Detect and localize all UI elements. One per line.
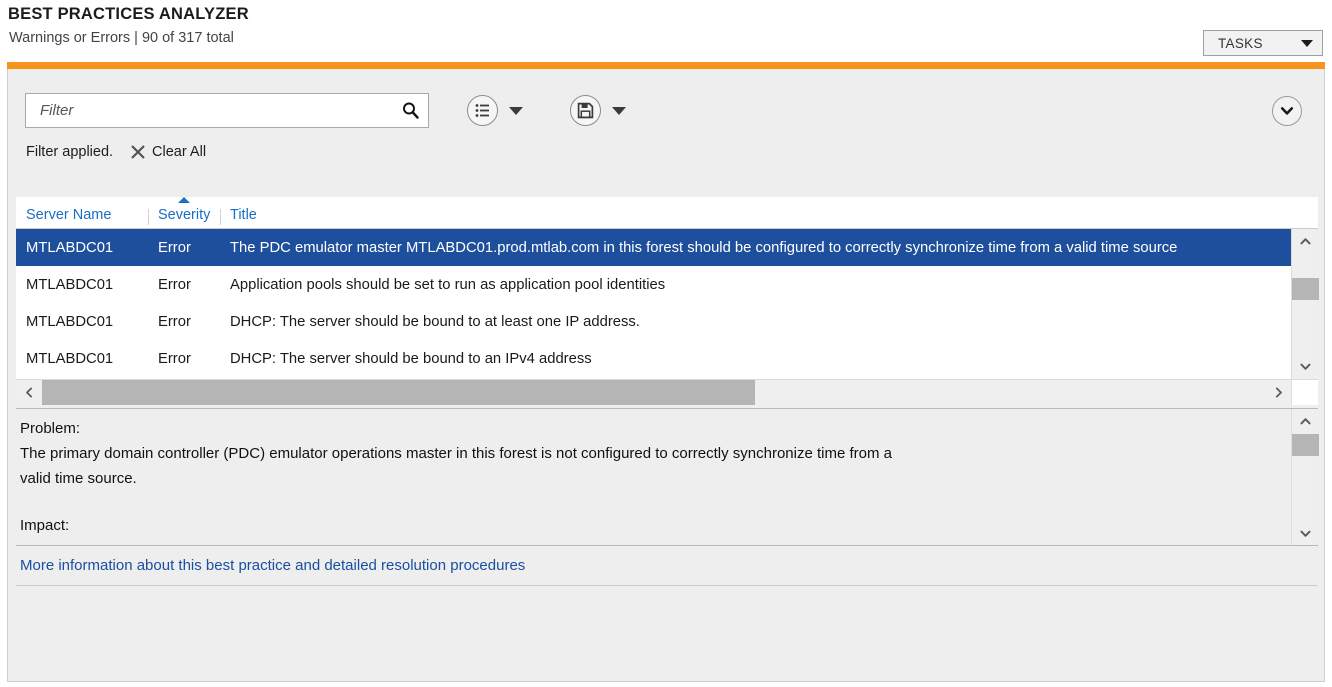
grid-header-row: Server Name Severity Title: [16, 197, 1318, 228]
close-x-icon[interactable]: [131, 145, 145, 159]
problem-line-2: valid time source.: [20, 470, 137, 487]
impact-label: Impact:: [20, 517, 70, 534]
save-options-caret-down-icon[interactable]: [612, 106, 626, 115]
filter-status-bar: Filter applied. Clear All: [8, 132, 1324, 172]
page-subtitle: Warnings or Errors | 90 of 317 total: [9, 30, 234, 46]
problem-line-1: The primary domain controller (PDC) emul…: [20, 445, 892, 462]
bpa-panel: Filter applied. Clear All Server Name Se…: [7, 69, 1325, 682]
grid-body: MTLABDC01 Error The PDC emulator master …: [16, 229, 1291, 379]
column-header-severity[interactable]: Severity: [148, 197, 220, 228]
cell-severity: Error: [158, 313, 191, 330]
cell-severity: Error: [158, 239, 191, 256]
grid-horizontal-scrollbar[interactable]: [16, 379, 1291, 405]
details-vertical-scrollbar[interactable]: [1291, 409, 1319, 546]
details-spacer: [20, 491, 1281, 513]
column-header-severity-label: Severity: [158, 207, 211, 223]
details-text-area: Problem: The primary domain controller (…: [16, 409, 1291, 546]
details-vscroll-thumb[interactable]: [1291, 434, 1319, 456]
results-grid: Server Name Severity Title MTLABDC01 Err…: [16, 197, 1319, 405]
cell-server-name: MTLABDC01: [26, 239, 114, 256]
details-vscroll-track[interactable]: [1291, 434, 1319, 521]
magnifier-icon[interactable]: [400, 101, 420, 121]
column-header-server-name[interactable]: Server Name: [16, 207, 148, 228]
clear-all-button[interactable]: Clear All: [152, 144, 206, 160]
grid-vscroll-track[interactable]: [1291, 254, 1319, 354]
tasks-button[interactable]: TASKS: [1203, 30, 1323, 56]
list-view-icon[interactable]: [467, 95, 498, 126]
page-header: BEST PRACTICES ANALYZER Warnings or Erro…: [0, 0, 1332, 62]
cell-title: The PDC emulator master MTLABDC01.prod.m…: [230, 239, 1178, 256]
cell-server-name: MTLABDC01: [26, 313, 114, 330]
cell-server-name: MTLABDC01: [26, 276, 114, 293]
tasks-button-label: TASKS: [1218, 35, 1263, 51]
table-row[interactable]: MTLABDC01 Error DHCP: The server should …: [16, 340, 1291, 377]
chevron-left-icon[interactable]: [16, 380, 42, 405]
cell-title: DHCP: The server should be bound to an I…: [230, 350, 592, 367]
column-header-title[interactable]: Title: [220, 207, 1318, 228]
table-row[interactable]: MTLABDC01 Error Application pools should…: [16, 266, 1291, 303]
filter-status-text: Filter applied.: [26, 144, 114, 160]
table-row[interactable]: MTLABDC01 Error DHCP: The server should …: [16, 303, 1291, 340]
page-title: BEST PRACTICES ANALYZER: [8, 5, 249, 23]
accent-bar: [7, 62, 1325, 69]
more-information-link[interactable]: More information about this best practic…: [20, 557, 525, 574]
grid-hscroll-thumb[interactable]: [42, 380, 755, 405]
more-info-bar: More information about this best practic…: [16, 545, 1318, 585]
toolbar: [8, 69, 1324, 132]
cell-title: DHCP: The server should be bound to at l…: [230, 313, 640, 330]
cell-severity: Error: [158, 276, 191, 293]
grid-hscroll-track[interactable]: [42, 380, 1265, 405]
caret-down-icon: [1301, 39, 1313, 47]
grid-vertical-scrollbar[interactable]: [1291, 229, 1319, 379]
table-row[interactable]: MTLABDC01 Error The PDC emulator master …: [16, 229, 1291, 266]
chevron-right-icon[interactable]: [1265, 380, 1291, 405]
sort-ascending-icon: [178, 197, 190, 203]
scrollbar-corner: [1291, 379, 1318, 405]
save-disk-icon[interactable]: [570, 95, 601, 126]
chevron-down-icon[interactable]: [1292, 354, 1319, 379]
view-options-caret-down-icon[interactable]: [509, 106, 523, 115]
grid-vscroll-thumb[interactable]: [1291, 278, 1319, 300]
best-practices-analyzer-page: BEST PRACTICES ANALYZER Warnings or Erro…: [0, 0, 1332, 687]
chevron-up-icon[interactable]: [1292, 229, 1319, 254]
chevron-up-icon[interactable]: [1292, 409, 1319, 434]
chevron-down-circle-icon[interactable]: [1272, 96, 1302, 126]
cell-server-name: MTLABDC01: [26, 350, 114, 367]
filter-box[interactable]: [25, 93, 429, 128]
problem-label: Problem:: [20, 420, 81, 437]
cell-severity: Error: [158, 350, 191, 367]
search-input[interactable]: [38, 101, 400, 120]
panel-bottom-area: [16, 585, 1318, 680]
cell-title: Application pools should be set to run a…: [230, 276, 666, 293]
save-options-group: [570, 95, 626, 126]
details-pane: Problem: The primary domain controller (…: [16, 408, 1319, 546]
view-options-group: [467, 95, 523, 126]
chevron-down-icon[interactable]: [1292, 521, 1319, 546]
